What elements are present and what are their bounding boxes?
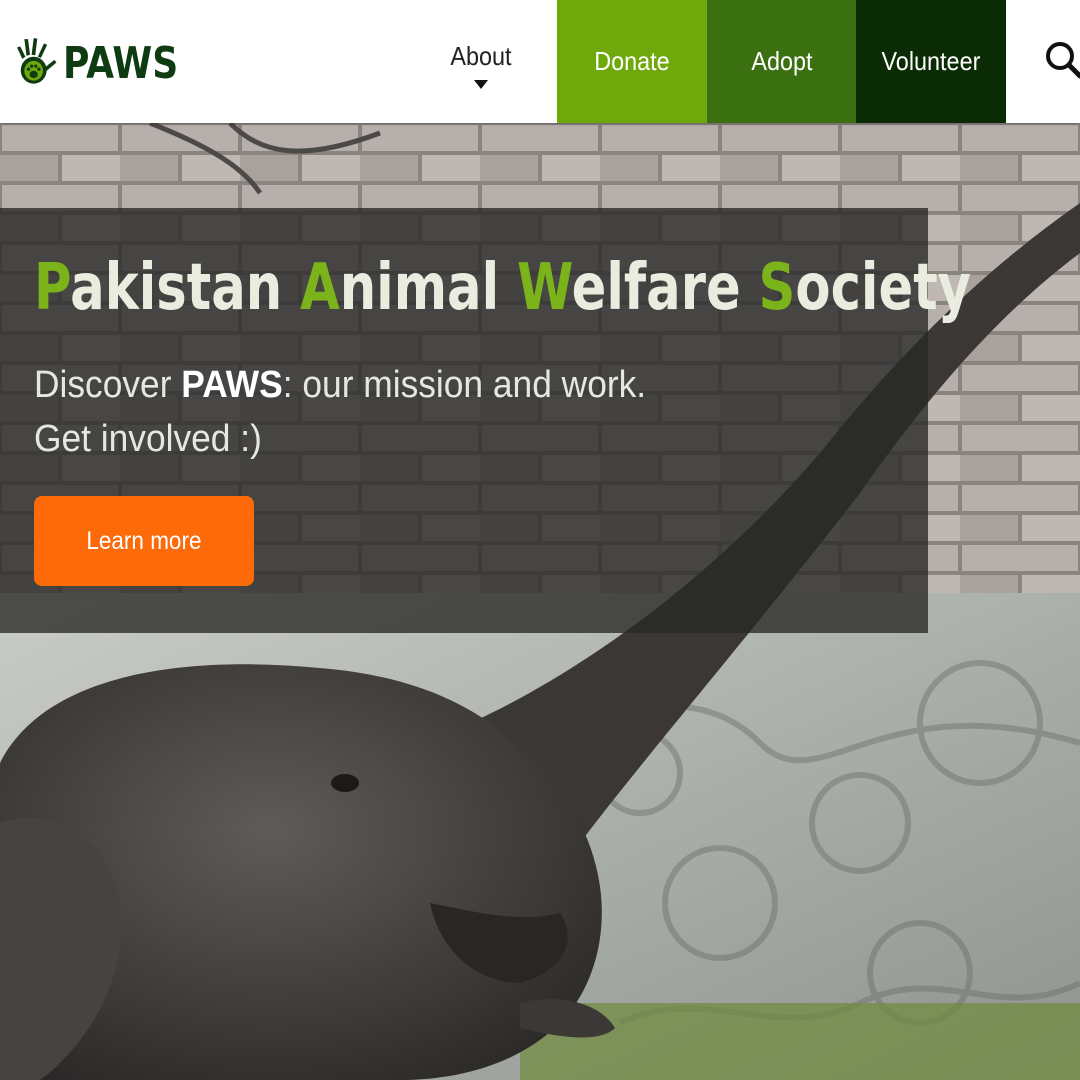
title-word-rest: nimal [339,251,500,325]
nav-about[interactable]: About [405,0,557,123]
hero-title: Pakistan Animal Welfare Society [34,251,971,325]
nav-donate-label: Donate [594,46,670,76]
title-word-rest: elfare [571,251,741,325]
hero-overlay-panel: Pakistan Animal Welfare Society Discover… [0,208,971,633]
nav-volunteer-label: Volunteer [881,46,981,76]
hero-subtitle-line2: Get involved :) [34,418,262,460]
nav-donate-button[interactable]: Donate [557,0,707,123]
paws-logo[interactable]: PAWS [14,8,204,118]
brand-name: PAWS [63,37,179,89]
nav-about-label: About [450,40,512,71]
title-word-rest: ociety [795,251,972,325]
title-initial-a: A [300,251,340,325]
learn-more-button[interactable]: Learn more [34,496,254,586]
hero-subtitle-line1: Discover PAWS: our mission and work. [34,358,646,412]
learn-more-label: Learn more [86,526,202,555]
handprint-paw-icon [17,38,57,84]
site-header: PAWS About Donate Adopt Volunteer [0,0,1080,123]
hero-subtitle: Discover PAWS: our mission and work. Get… [34,358,646,466]
title-initial-w: W [516,251,572,325]
hero-section: Pakistan Animal Welfare Society Discover… [0,123,1080,1080]
subtitle-text: : our mission and work. [282,364,647,406]
subtitle-brand: PAWS [181,364,283,406]
nav-volunteer-button[interactable]: Volunteer [856,0,1006,123]
title-initial-s: S [758,251,796,325]
search-button[interactable] [1040,30,1080,90]
title-word-rest: akistan [70,251,283,325]
search-icon [1046,42,1080,79]
title-initial-p: P [34,251,71,325]
subtitle-text: Discover [34,364,182,406]
nav-adopt-label: Adopt [751,46,813,76]
nav-adopt-button[interactable]: Adopt [707,0,857,123]
chevron-down-icon [474,79,488,89]
